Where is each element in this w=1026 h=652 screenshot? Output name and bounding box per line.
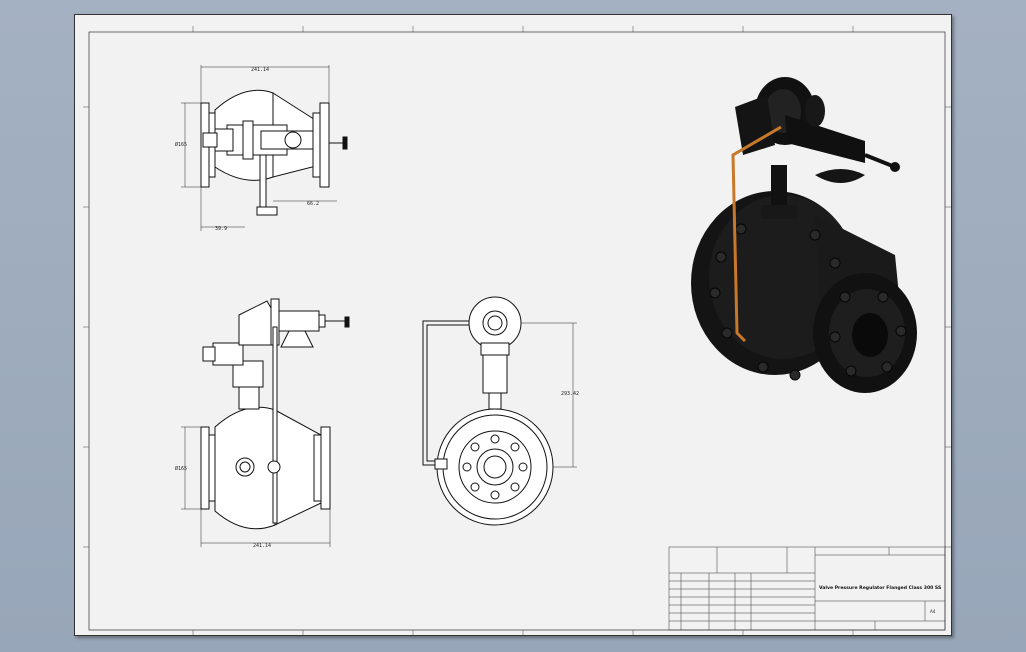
title-block-title: Valve Pressure Regulator Flanged Class 3… [819, 585, 941, 591]
top-dim-handle: 66.2 [307, 201, 319, 207]
top-view [200, 89, 348, 216]
front-dim-width: 241.14 [253, 543, 271, 549]
drawing-canvas: 241.14 Ø165 66.2 39.9 Ø165 241.14 293.42… [83, 26, 951, 635]
side-dim-height: 293.42 [561, 391, 579, 397]
title-block-sheet-size: A4 [930, 609, 936, 614]
drawing-sheet: 241.14 Ø165 66.2 39.9 Ø165 241.14 293.42… [74, 14, 952, 636]
front-view [200, 298, 350, 530]
front-dim-flange: Ø165 [175, 465, 187, 472]
side-view [422, 296, 554, 526]
top-dim-offset: 39.9 [215, 226, 227, 232]
iso-view [691, 77, 917, 393]
top-dim-flange: Ø165 [175, 141, 187, 148]
top-dim-width: 241.14 [251, 67, 269, 73]
